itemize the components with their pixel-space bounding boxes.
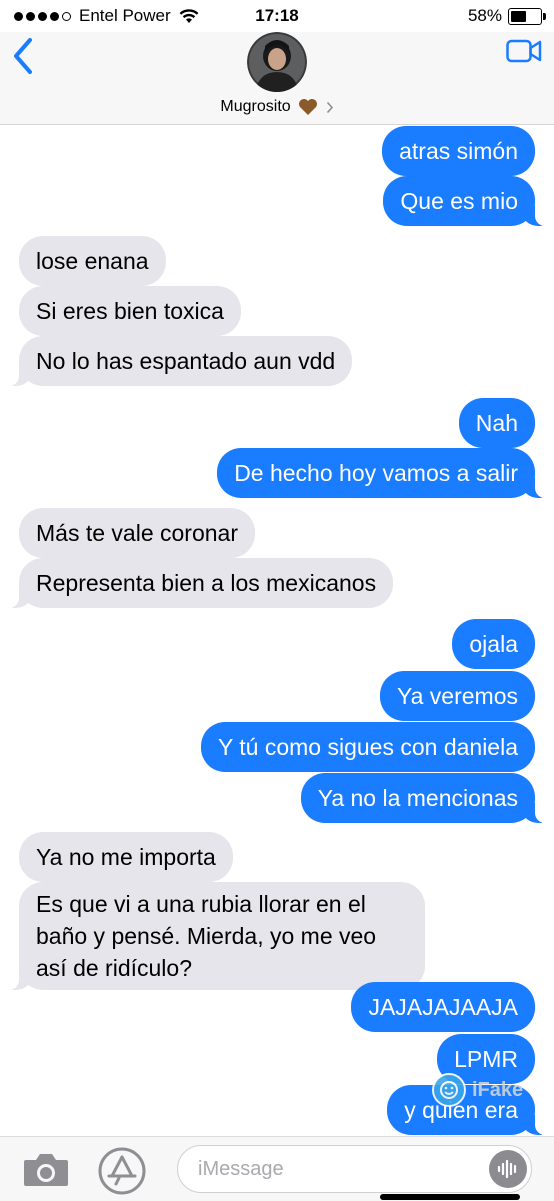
status-bar: Entel Power 17:18 58% <box>0 0 554 32</box>
message-bubble-received[interactable]: No lo has espantado aun vdd <box>6 336 353 386</box>
message-bubble-received[interactable]: Ya no me importa <box>19 832 233 882</box>
home-indicator <box>380 1194 520 1200</box>
message-bubble-received[interactable]: Representa bien a los mexicanos <box>6 558 394 608</box>
avatar[interactable] <box>247 32 307 92</box>
contact-name-row[interactable]: Mugrosito <box>0 98 554 116</box>
message-bubble-sent[interactable]: atras simón <box>382 126 535 176</box>
message-input-placeholder: iMessage <box>198 1158 284 1180</box>
chevron-right-icon <box>326 101 333 113</box>
message-bubble-sent[interactable]: De hecho hoy vamos a salir <box>217 448 547 498</box>
message-bubble-received[interactable]: Es que vi a una rubia llorar en el baño … <box>7 882 425 990</box>
message-input[interactable]: iMessage <box>177 1145 532 1193</box>
app-store-icon[interactable] <box>96 1146 148 1196</box>
watermark-text: iFake <box>472 1078 524 1101</box>
brown-heart-icon <box>299 99 318 115</box>
message-bubble-sent[interactable]: Y tú como sigues con daniela <box>200 722 535 772</box>
video-camera-icon[interactable] <box>506 38 542 64</box>
contact-name: Mugrosito <box>220 98 291 116</box>
ifake-watermark: iFake <box>432 1073 523 1107</box>
message-bubble-sent[interactable]: Ya no la mencionas <box>300 773 548 823</box>
compose-bar: iMessage <box>0 1136 554 1201</box>
battery-percent: 58% <box>467 6 502 25</box>
message-bubble-sent[interactable]: ojala <box>452 619 535 669</box>
audio-wave-icon[interactable] <box>489 1150 527 1188</box>
message-bubble-received[interactable]: Si eres bien toxica <box>19 286 241 336</box>
smiley-icon <box>432 1073 466 1107</box>
chevron-left-icon[interactable] <box>10 36 36 76</box>
message-thread[interactable]: atras simón Que es mio lose enana Si ere… <box>0 124 554 1136</box>
message-bubble-received[interactable]: lose enana <box>19 236 166 286</box>
message-bubble-sent[interactable]: JAJAJAJAAJA <box>351 982 535 1032</box>
message-bubble-received[interactable]: Más te vale coronar <box>19 508 255 558</box>
camera-icon[interactable] <box>22 1151 70 1189</box>
status-right: 58% <box>467 6 546 26</box>
message-bubble-sent[interactable]: Que es mio <box>383 176 547 226</box>
message-bubble-sent[interactable]: Nah <box>458 398 535 448</box>
message-bubble-sent[interactable]: Ya veremos <box>379 671 535 721</box>
battery-icon <box>508 7 546 25</box>
conversation-header: Mugrosito <box>0 32 554 125</box>
